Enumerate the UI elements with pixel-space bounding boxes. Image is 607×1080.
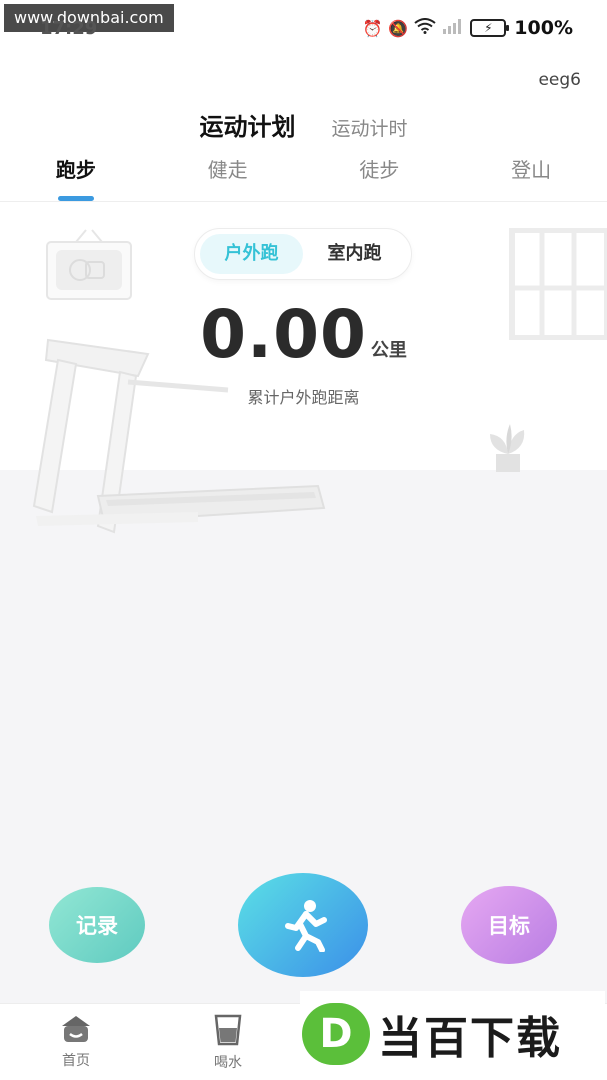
user-name[interactable]: eeg6 [538, 70, 581, 90]
tab-sport-timer[interactable]: 运动计时 [331, 114, 407, 141]
watermark-logo: D 当百下载 [300, 991, 605, 1077]
watermark-logo-mark: D [302, 1003, 370, 1065]
mute-icon: 🔕 [388, 18, 409, 38]
goal-button[interactable]: 目标 [461, 886, 557, 964]
sport-tabs: 跑步 健走 徒步 登山 [0, 154, 607, 202]
water-cup-icon [214, 1014, 242, 1046]
tab-climbing[interactable]: 登山 [455, 154, 607, 201]
record-button[interactable]: 记录 [49, 887, 145, 963]
battery-icon: ⚡ [470, 19, 510, 37]
battery-percentage: 100% [514, 17, 573, 39]
status-icons: ⏰ 🔕 [362, 18, 462, 38]
run-type-toggle: 户外跑 室内跑 [194, 228, 412, 280]
tab-running[interactable]: 跑步 [0, 154, 152, 201]
tab-sport-plan[interactable]: 运动计划 [199, 107, 295, 142]
tab-hiking[interactable]: 徒步 [304, 154, 456, 201]
picture-frame-icon [46, 229, 132, 300]
goal-label: 目标 [488, 914, 530, 938]
start-run-button[interactable] [238, 873, 368, 977]
indoor-run-option[interactable]: 室内跑 [303, 234, 406, 274]
mode-tabs: 运动计划 运动计时 [0, 107, 607, 142]
status-bar-right: ⏰ 🔕 ⚡ 100% [362, 17, 573, 39]
watermark-text: 当百下载 [378, 1013, 562, 1064]
nav-water-label: 喝水 [214, 1055, 242, 1071]
record-label: 记录 [76, 914, 118, 938]
signal-icon [442, 18, 462, 38]
home-icon [62, 1016, 90, 1042]
distance-unit: 公里 [370, 340, 407, 361]
plant-icon [490, 424, 525, 472]
alarm-icon: ⏰ [362, 18, 383, 38]
outdoor-run-option[interactable]: 户外跑 [200, 234, 303, 274]
nav-home-label: 首页 [62, 1053, 90, 1069]
running-person-icon [285, 900, 327, 952]
tab-walking[interactable]: 健走 [152, 154, 304, 201]
status-time: 17:29 [40, 18, 98, 39]
nav-water[interactable]: 喝水 [152, 1004, 304, 1080]
distance-display: 0.00 公里 [0, 296, 607, 374]
wifi-icon [414, 18, 436, 38]
nav-home[interactable]: 首页 [0, 1004, 152, 1080]
distance-caption: 累计户外跑距离 [247, 388, 360, 407]
distance-value: 0.00 [200, 296, 367, 373]
